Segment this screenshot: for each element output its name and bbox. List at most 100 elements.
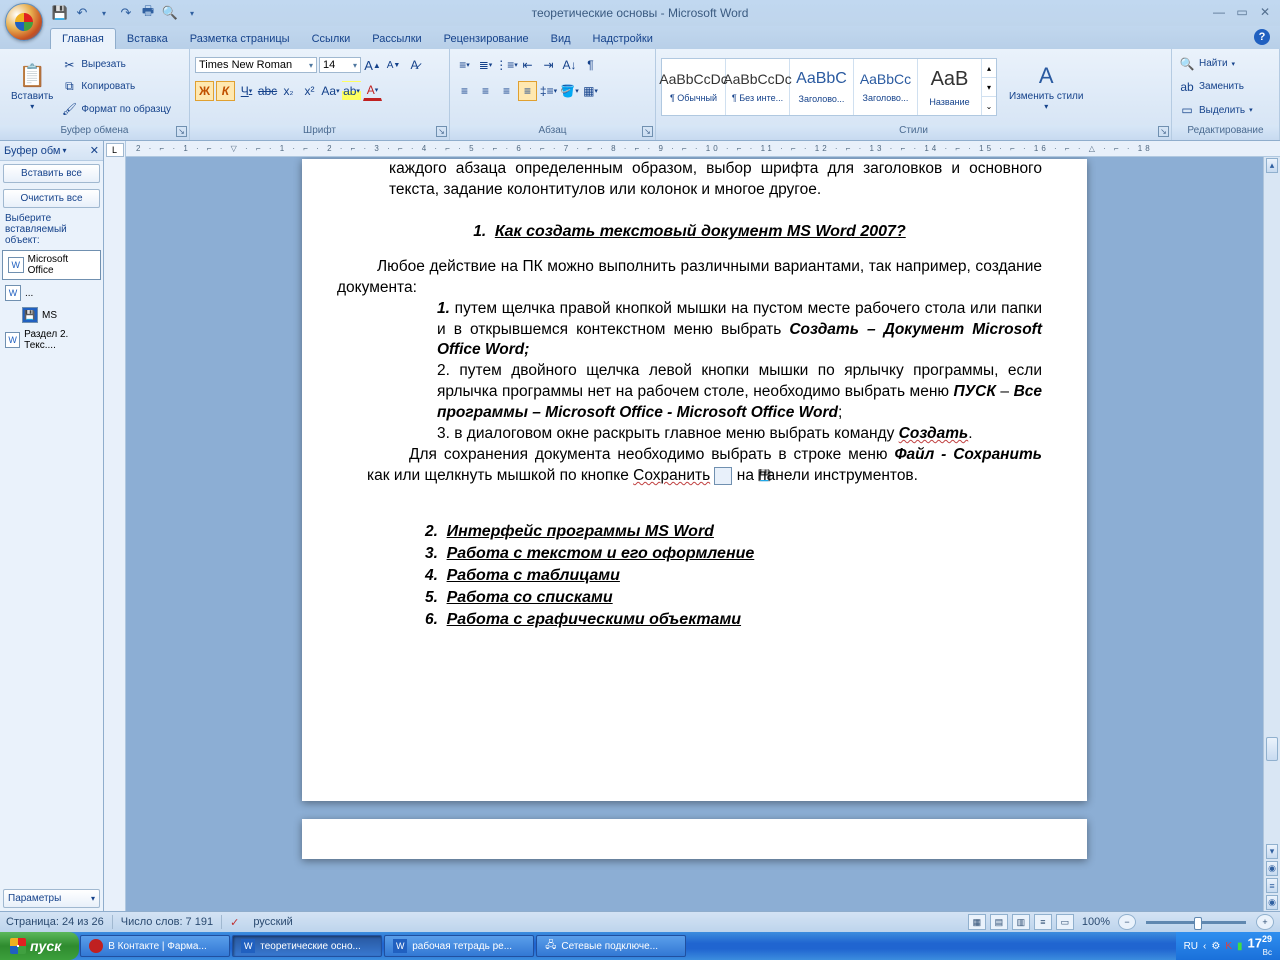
superscript-button[interactable]: x² — [300, 81, 319, 101]
paste-all-button[interactable]: Вставить все — [3, 164, 100, 183]
align-right-button[interactable]: ≡ — [497, 81, 516, 101]
view-outline-icon[interactable]: ≡ — [1034, 914, 1052, 930]
bullets-button[interactable]: ≡▾ — [455, 55, 474, 75]
align-left-button[interactable]: ≡ — [455, 81, 474, 101]
style-nospacing[interactable]: AaBbCcDc¶ Без инте... — [726, 59, 790, 115]
zoom-slider[interactable] — [1146, 921, 1246, 924]
tab-selector-button[interactable]: L — [106, 143, 124, 157]
lang-indicator[interactable]: RU — [1184, 941, 1198, 952]
vertical-scrollbar[interactable]: ▴ ▾ ◉ ≡ ◉ — [1263, 157, 1280, 911]
tab-layout[interactable]: Разметка страницы — [179, 29, 301, 49]
browse-object-icon[interactable]: ≡ — [1266, 878, 1278, 893]
shrink-font-button[interactable]: A▼ — [384, 55, 403, 75]
system-tray[interactable]: RU ‹ ⚙ K ▮ 1729 Вс — [1176, 932, 1280, 960]
change-case-button[interactable]: Aa▾ — [321, 81, 340, 101]
clip-item[interactable]: 💾MS — [0, 304, 103, 326]
office-button[interactable] — [5, 3, 43, 41]
paste-button[interactable]: 📋 Вставить ▾ — [5, 52, 59, 122]
line-spacing-button[interactable]: ‡≡▾ — [539, 81, 558, 101]
view-draft-icon[interactable]: ▭ — [1056, 914, 1074, 930]
bold-button[interactable]: Ж — [195, 81, 214, 101]
horizontal-ruler[interactable]: 2 · ⌐ · 1 · ⌐ · ▽ · ⌐ · 1 · ⌐ · 2 · ⌐ · … — [126, 141, 1280, 157]
clipboard-pane-close-icon[interactable]: ✕ — [90, 144, 99, 157]
taskbar-item[interactable]: Wтеоретические осно... — [232, 935, 382, 957]
scroll-down-icon[interactable]: ▾ — [1266, 844, 1278, 859]
next-page-icon[interactable]: ◉ — [1266, 895, 1278, 910]
align-justify-button[interactable]: ≡ — [518, 81, 537, 101]
close-icon[interactable]: ✕ — [1256, 4, 1274, 19]
sort-button[interactable]: A↓ — [560, 55, 579, 75]
replace-button[interactable]: abЗаменить — [1177, 79, 1274, 95]
clip-item[interactable]: W... — [0, 282, 103, 304]
clear-format-button[interactable]: A̷ — [405, 55, 424, 75]
copy-button[interactable]: ⧉Копировать — [59, 78, 173, 95]
change-styles-button[interactable]: A Изменить стили▾ — [1003, 61, 1089, 113]
minimize-icon[interactable]: — — [1210, 4, 1228, 19]
cut-button[interactable]: ✂Вырезать — [59, 57, 173, 73]
gallery-up-icon[interactable]: ▴ — [982, 59, 996, 78]
print-icon[interactable]: 🖶 — [140, 5, 156, 21]
language-indicator[interactable]: русский — [253, 916, 292, 928]
borders-button[interactable]: ▦▾ — [581, 81, 600, 101]
redo-icon[interactable]: ↷ — [118, 5, 134, 21]
taskbar-item[interactable]: 🖧Сетевые подключе... — [536, 935, 686, 957]
font-size-combo[interactable]: 14▾ — [319, 57, 361, 73]
show-marks-button[interactable]: ¶ — [581, 55, 600, 75]
clock[interactable]: 1729 Вс — [1248, 935, 1272, 956]
dialog-launcher-icon[interactable]: ↘ — [176, 126, 187, 137]
style-heading2[interactable]: AaBbCcЗаголово... — [854, 59, 918, 115]
undo-dropdown-icon[interactable]: ▾ — [96, 5, 112, 21]
zoom-in-button[interactable]: + — [1256, 914, 1274, 930]
undo-icon[interactable]: ↶ — [74, 5, 90, 21]
zoom-out-button[interactable]: − — [1118, 914, 1136, 930]
style-heading1[interactable]: AaBbCЗаголово... — [790, 59, 854, 115]
tab-references[interactable]: Ссылки — [301, 29, 362, 49]
format-painter-button[interactable]: 🖌Формат по образцу — [59, 101, 173, 117]
multilevel-button[interactable]: ⋮≡▾ — [497, 55, 516, 75]
scroll-up-icon[interactable]: ▴ — [1266, 158, 1278, 173]
taskbar-item[interactable]: В Контакте | Фарма... — [80, 935, 230, 957]
view-read-icon[interactable]: ▤ — [990, 914, 1008, 930]
tray-arrow-icon[interactable]: ‹ — [1203, 941, 1206, 952]
print-preview-icon[interactable]: 🔍 — [162, 5, 178, 21]
view-print-icon[interactable]: ▦ — [968, 914, 986, 930]
document-viewport[interactable]: каждого абзаца определенным образом, выб… — [126, 157, 1263, 911]
tab-mailings[interactable]: Рассылки — [361, 29, 432, 49]
zoom-value[interactable]: 100% — [1082, 916, 1110, 928]
spell-check-icon[interactable]: ✓ — [230, 916, 239, 929]
prev-page-icon[interactable]: ◉ — [1266, 861, 1278, 876]
font-color-button[interactable]: A▾ — [363, 81, 382, 101]
numbering-button[interactable]: ≣▾ — [476, 55, 495, 75]
page-indicator[interactable]: Страница: 24 из 26 — [6, 916, 104, 928]
word-count[interactable]: Число слов: 7 191 — [121, 916, 213, 928]
gallery-more-icon[interactable]: ⌄ — [982, 97, 996, 115]
scroll-thumb[interactable] — [1266, 737, 1278, 761]
font-name-combo[interactable]: Times New Roman▾ — [195, 57, 317, 73]
clip-item[interactable]: WMicrosoft Office — [2, 250, 101, 280]
view-web-icon[interactable]: ▥ — [1012, 914, 1030, 930]
select-button[interactable]: ▭Выделить▾ — [1177, 102, 1274, 118]
start-button[interactable]: пуск — [0, 932, 79, 960]
tray-icon[interactable]: K — [1225, 941, 1232, 952]
tab-view[interactable]: Вид — [540, 29, 582, 49]
save-icon[interactable]: 💾 — [52, 5, 68, 21]
find-button[interactable]: 🔍Найти▾ — [1177, 56, 1274, 72]
indent-inc-button[interactable]: ⇥ — [539, 55, 558, 75]
clipboard-options-button[interactable]: Параметры▾ — [3, 889, 100, 908]
indent-dec-button[interactable]: ⇤ — [518, 55, 537, 75]
underline-button[interactable]: Ч▾ — [237, 81, 256, 101]
clip-item[interactable]: WРаздел 2. Текс.... — [0, 326, 103, 354]
qat-dropdown-icon[interactable]: ▾ — [184, 5, 200, 21]
clear-all-button[interactable]: Очистить все — [3, 189, 100, 208]
tray-icon[interactable]: ▮ — [1237, 941, 1243, 952]
subscript-button[interactable]: x₂ — [279, 81, 298, 101]
dialog-launcher-icon[interactable]: ↘ — [1158, 126, 1169, 137]
style-title[interactable]: AaBНазвание — [918, 59, 982, 115]
dialog-launcher-icon[interactable]: ↘ — [642, 126, 653, 137]
restore-icon[interactable]: ▭ — [1233, 4, 1251, 19]
grow-font-button[interactable]: A▲ — [363, 55, 382, 75]
taskbar-item[interactable]: Wрабочая тетрадь ре... — [384, 935, 534, 957]
italic-button[interactable]: К — [216, 81, 235, 101]
style-gallery[interactable]: AaBbCcDc¶ Обычный AaBbCcDc¶ Без инте... … — [661, 58, 997, 116]
tab-insert[interactable]: Вставка — [116, 29, 179, 49]
